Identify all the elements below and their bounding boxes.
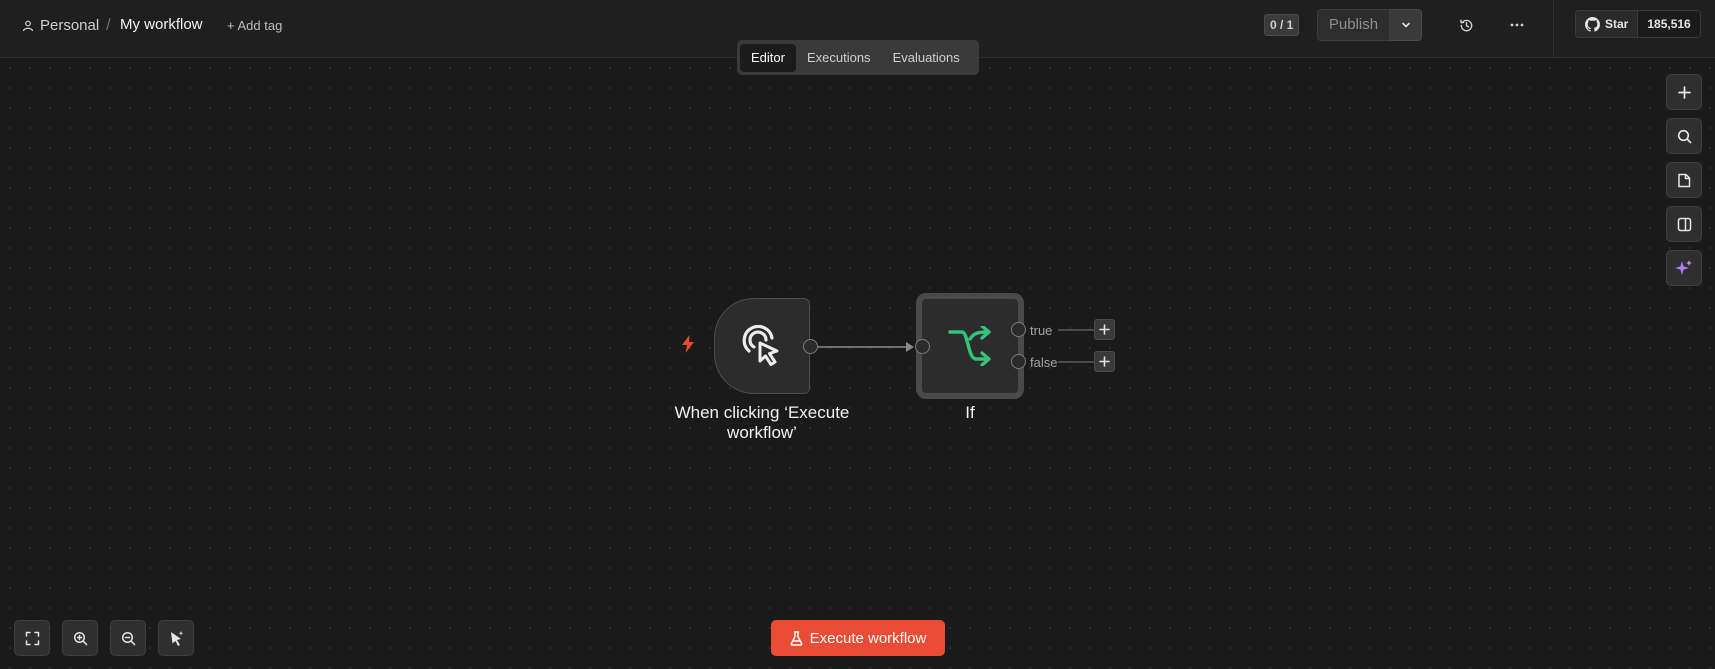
trigger-node-label: When clicking ‘Execute workflow’ bbox=[674, 403, 850, 442]
add-node-button[interactable] bbox=[1666, 74, 1702, 110]
false-output-label: false bbox=[1030, 355, 1058, 370]
search-icon bbox=[1677, 129, 1691, 143]
true-output-label: true bbox=[1030, 323, 1053, 338]
tidy-up-button[interactable] bbox=[158, 620, 194, 656]
panel-icon bbox=[1677, 217, 1691, 231]
tidy-up-icon bbox=[170, 630, 183, 646]
if-false-output-handle[interactable] bbox=[1011, 354, 1026, 369]
search-nodes-button[interactable] bbox=[1666, 118, 1702, 154]
add-node-false-button[interactable] bbox=[1094, 351, 1115, 372]
if-node[interactable] bbox=[916, 293, 1024, 399]
ai-sparkle-icon bbox=[1675, 260, 1692, 275]
trigger-output-handle[interactable] bbox=[803, 339, 818, 354]
trigger-bolt-icon bbox=[682, 335, 694, 353]
sticky-note-icon bbox=[1678, 173, 1691, 187]
trigger-node[interactable] bbox=[714, 298, 810, 394]
if-input-handle[interactable] bbox=[915, 339, 930, 354]
execute-workflow-label: Execute workflow bbox=[809, 629, 927, 647]
add-sticky-note-button[interactable] bbox=[1666, 162, 1702, 198]
execute-workflow-button[interactable]: Execute workflow bbox=[771, 620, 945, 656]
toggle-panel-button[interactable] bbox=[1666, 206, 1702, 242]
connection-arrowhead bbox=[906, 342, 914, 352]
zoom-in-button[interactable] bbox=[62, 620, 98, 656]
if-node-label: If bbox=[965, 403, 975, 422]
zoom-out-button[interactable] bbox=[110, 620, 146, 656]
add-node-true-button[interactable] bbox=[1094, 319, 1115, 340]
if-true-output-handle[interactable] bbox=[1011, 322, 1026, 337]
plus-icon bbox=[1099, 356, 1110, 367]
zoom-in-icon bbox=[73, 631, 87, 645]
zoom-out-icon bbox=[121, 631, 135, 645]
cursor-click-icon bbox=[742, 325, 779, 366]
fit-view-button[interactable] bbox=[14, 620, 50, 656]
branch-icon bbox=[948, 326, 991, 366]
fit-view-icon bbox=[25, 631, 39, 645]
ai-assistant-button[interactable] bbox=[1666, 250, 1702, 286]
flask-icon bbox=[790, 630, 803, 646]
workflow-editor: Personal / My workflow + Add tag 0 / 1 P… bbox=[0, 0, 1715, 669]
add-node-icon bbox=[1677, 85, 1691, 99]
connections-layer bbox=[817, 329, 1094, 363]
plus-icon bbox=[1099, 324, 1110, 335]
